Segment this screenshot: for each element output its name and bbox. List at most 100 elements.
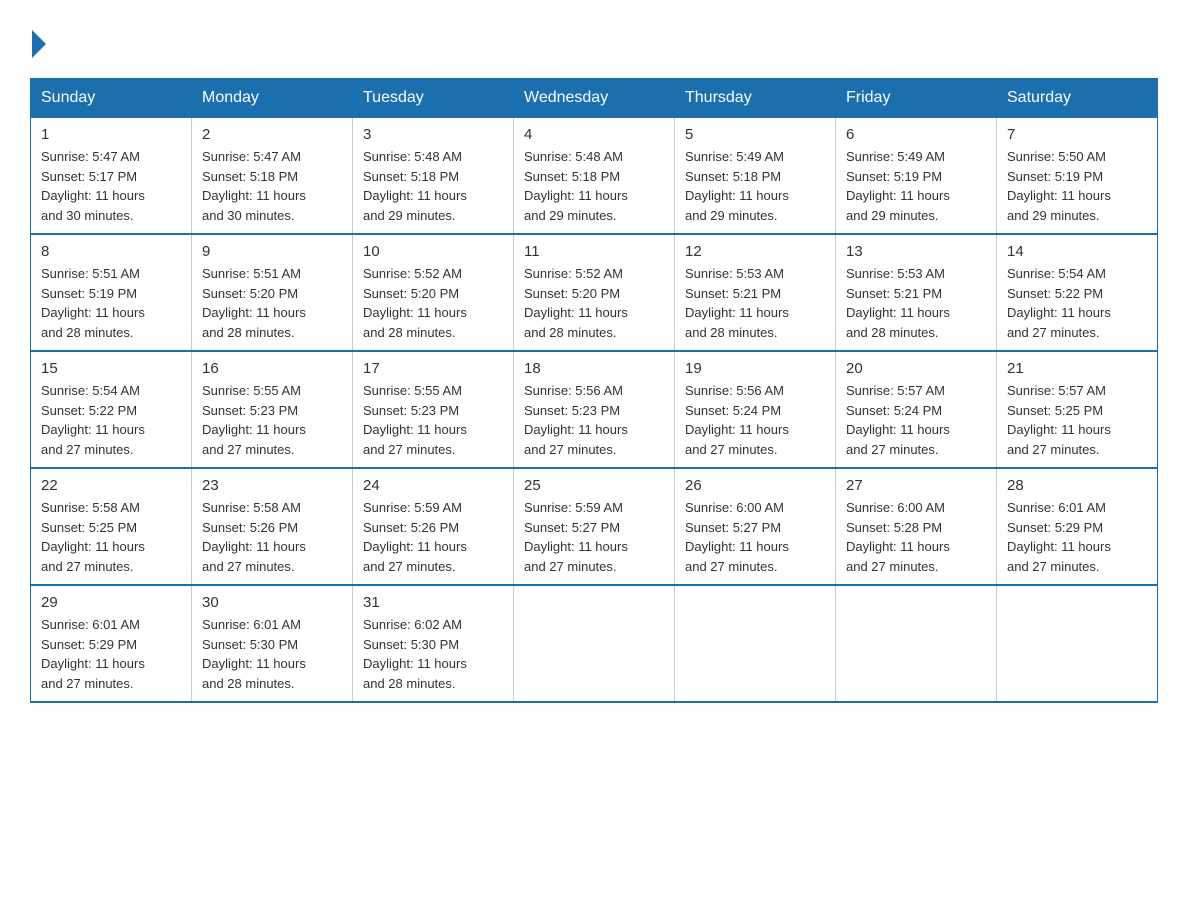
calendar-cell: 11 Sunrise: 5:52 AMSunset: 5:20 PMDayligh… — [514, 234, 675, 351]
days-of-week-row: SundayMondayTuesdayWednesdayThursdayFrid… — [31, 79, 1158, 118]
calendar-cell: 24 Sunrise: 5:59 AMSunset: 5:26 PMDayligh… — [353, 468, 514, 585]
day-number: 20 — [846, 360, 986, 377]
day-info: Sunrise: 5:53 AMSunset: 5:21 PMDaylight:… — [685, 264, 825, 342]
calendar-cell: 15Sunrise: 5:54 AMSunset: 5:22 PMDayligh… — [31, 351, 192, 468]
day-header-thursday: Thursday — [675, 79, 836, 118]
day-info: Sunrise: 5:57 AMSunset: 5:25 PMDaylight:… — [1007, 381, 1147, 459]
day-info: Sunrise: 5:55 AMSunset: 5:23 PMDaylight:… — [202, 381, 342, 459]
calendar-cell: 19 Sunrise: 5:56 AMSunset: 5:24 PMDayligh… — [675, 351, 836, 468]
day-number: 4 — [524, 126, 664, 143]
day-info: Sunrise: 6:00 AMSunset: 5:28 PMDaylight:… — [846, 498, 986, 576]
calendar-cell: 28Sunrise: 6:01 AMSunset: 5:29 PMDayligh… — [997, 468, 1158, 585]
day-info: Sunrise: 5:51 AMSunset: 5:19 PMDaylight:… — [41, 264, 181, 342]
calendar-cell: 4Sunrise: 5:48 AMSunset: 5:18 PMDaylight… — [514, 118, 675, 235]
calendar-cell: 21 Sunrise: 5:57 AMSunset: 5:25 PMDayligh… — [997, 351, 1158, 468]
calendar-cell: 25Sunrise: 5:59 AMSunset: 5:27 PMDayligh… — [514, 468, 675, 585]
day-number: 9 — [202, 243, 342, 260]
day-info: Sunrise: 5:59 AMSunset: 5:27 PMDaylight:… — [524, 498, 664, 576]
day-info: Sunrise: 5:56 AMSunset: 5:23 PMDaylight:… — [524, 381, 664, 459]
calendar-cell: 2 Sunrise: 5:47 AMSunset: 5:18 PMDaylight… — [192, 118, 353, 235]
calendar-cell — [836, 585, 997, 702]
calendar-cell: 8 Sunrise: 5:51 AMSunset: 5:19 PMDaylight… — [31, 234, 192, 351]
day-info: Sunrise: 5:53 AMSunset: 5:21 PMDaylight:… — [846, 264, 986, 342]
day-info: Sunrise: 5:47 AMSunset: 5:18 PMDaylight:… — [202, 147, 342, 225]
day-number: 15 — [41, 360, 181, 377]
day-number: 22 — [41, 477, 181, 494]
week-row-3: 15Sunrise: 5:54 AMSunset: 5:22 PMDayligh… — [31, 351, 1158, 468]
day-info: Sunrise: 5:51 AMSunset: 5:20 PMDaylight:… — [202, 264, 342, 342]
day-number: 19 — [685, 360, 825, 377]
day-number: 31 — [363, 594, 503, 611]
calendar-cell: 10 Sunrise: 5:52 AMSunset: 5:20 PMDayligh… — [353, 234, 514, 351]
day-header-friday: Friday — [836, 79, 997, 118]
day-info: Sunrise: 5:52 AMSunset: 5:20 PMDaylight:… — [363, 264, 503, 342]
day-number: 27 — [846, 477, 986, 494]
day-header-saturday: Saturday — [997, 79, 1158, 118]
day-info: Sunrise: 5:49 AMSunset: 5:18 PMDaylight:… — [685, 147, 825, 225]
calendar-cell: 6 Sunrise: 5:49 AMSunset: 5:19 PMDaylight… — [836, 118, 997, 235]
day-number: 30 — [202, 594, 342, 611]
calendar-cell: 27 Sunrise: 6:00 AMSunset: 5:28 PMDayligh… — [836, 468, 997, 585]
logo-arrow-icon — [32, 30, 46, 58]
day-info: Sunrise: 6:01 AMSunset: 5:29 PMDaylight:… — [41, 615, 181, 693]
calendar-cell: 26Sunrise: 6:00 AMSunset: 5:27 PMDayligh… — [675, 468, 836, 585]
calendar-cell: 9 Sunrise: 5:51 AMSunset: 5:20 PMDaylight… — [192, 234, 353, 351]
day-number: 13 — [846, 243, 986, 260]
day-number: 28 — [1007, 477, 1147, 494]
day-number: 6 — [846, 126, 986, 143]
calendar-header: SundayMondayTuesdayWednesdayThursdayFrid… — [31, 79, 1158, 118]
day-number: 2 — [202, 126, 342, 143]
day-header-tuesday: Tuesday — [353, 79, 514, 118]
week-row-2: 8 Sunrise: 5:51 AMSunset: 5:19 PMDaylight… — [31, 234, 1158, 351]
day-number: 10 — [363, 243, 503, 260]
day-number: 7 — [1007, 126, 1147, 143]
calendar-cell: 29 Sunrise: 6:01 AMSunset: 5:29 PMDayligh… — [31, 585, 192, 702]
calendar-cell: 18 Sunrise: 5:56 AMSunset: 5:23 PMDayligh… — [514, 351, 675, 468]
week-row-1: 1Sunrise: 5:47 AMSunset: 5:17 PMDaylight… — [31, 118, 1158, 235]
calendar-cell: 5Sunrise: 5:49 AMSunset: 5:18 PMDaylight… — [675, 118, 836, 235]
day-info: Sunrise: 5:57 AMSunset: 5:24 PMDaylight:… — [846, 381, 986, 459]
page-header — [30, 30, 1158, 58]
day-info: Sunrise: 5:56 AMSunset: 5:24 PMDaylight:… — [685, 381, 825, 459]
calendar-cell: 7Sunrise: 5:50 AMSunset: 5:19 PMDaylight… — [997, 118, 1158, 235]
calendar-cell: 12 Sunrise: 5:53 AMSunset: 5:21 PMDayligh… — [675, 234, 836, 351]
day-number: 24 — [363, 477, 503, 494]
logo — [30, 30, 48, 58]
calendar-cell: 17 Sunrise: 5:55 AMSunset: 5:23 PMDayligh… — [353, 351, 514, 468]
day-number: 26 — [685, 477, 825, 494]
day-info: Sunrise: 6:02 AMSunset: 5:30 PMDaylight:… — [363, 615, 503, 693]
day-number: 18 — [524, 360, 664, 377]
calendar-cell: 22Sunrise: 5:58 AMSunset: 5:25 PMDayligh… — [31, 468, 192, 585]
day-header-monday: Monday — [192, 79, 353, 118]
calendar-cell: 13 Sunrise: 5:53 AMSunset: 5:21 PMDayligh… — [836, 234, 997, 351]
day-info: Sunrise: 5:52 AMSunset: 5:20 PMDaylight:… — [524, 264, 664, 342]
calendar-table: SundayMondayTuesdayWednesdayThursdayFrid… — [30, 78, 1158, 703]
calendar-cell — [997, 585, 1158, 702]
calendar-cell: 14 Sunrise: 5:54 AMSunset: 5:22 PMDayligh… — [997, 234, 1158, 351]
calendar-cell — [675, 585, 836, 702]
day-header-wednesday: Wednesday — [514, 79, 675, 118]
day-number: 16 — [202, 360, 342, 377]
calendar-cell: 3 Sunrise: 5:48 AMSunset: 5:18 PMDaylight… — [353, 118, 514, 235]
calendar-cell: 31 Sunrise: 6:02 AMSunset: 5:30 PMDayligh… — [353, 585, 514, 702]
day-number: 12 — [685, 243, 825, 260]
day-number: 23 — [202, 477, 342, 494]
day-info: Sunrise: 5:54 AMSunset: 5:22 PMDaylight:… — [1007, 264, 1147, 342]
day-number: 3 — [363, 126, 503, 143]
day-number: 17 — [363, 360, 503, 377]
day-info: Sunrise: 5:49 AMSunset: 5:19 PMDaylight:… — [846, 147, 986, 225]
calendar-cell: 20 Sunrise: 5:57 AMSunset: 5:24 PMDayligh… — [836, 351, 997, 468]
week-row-4: 22Sunrise: 5:58 AMSunset: 5:25 PMDayligh… — [31, 468, 1158, 585]
day-number: 11 — [524, 243, 664, 260]
day-number: 8 — [41, 243, 181, 260]
calendar-cell: 30Sunrise: 6:01 AMSunset: 5:30 PMDayligh… — [192, 585, 353, 702]
day-number: 14 — [1007, 243, 1147, 260]
day-number: 21 — [1007, 360, 1147, 377]
day-number: 29 — [41, 594, 181, 611]
day-info: Sunrise: 5:58 AMSunset: 5:26 PMDaylight:… — [202, 498, 342, 576]
day-header-sunday: Sunday — [31, 79, 192, 118]
calendar-cell: 23 Sunrise: 5:58 AMSunset: 5:26 PMDayligh… — [192, 468, 353, 585]
day-info: Sunrise: 5:59 AMSunset: 5:26 PMDaylight:… — [363, 498, 503, 576]
day-info: Sunrise: 5:55 AMSunset: 5:23 PMDaylight:… — [363, 381, 503, 459]
day-info: Sunrise: 5:48 AMSunset: 5:18 PMDaylight:… — [363, 147, 503, 225]
